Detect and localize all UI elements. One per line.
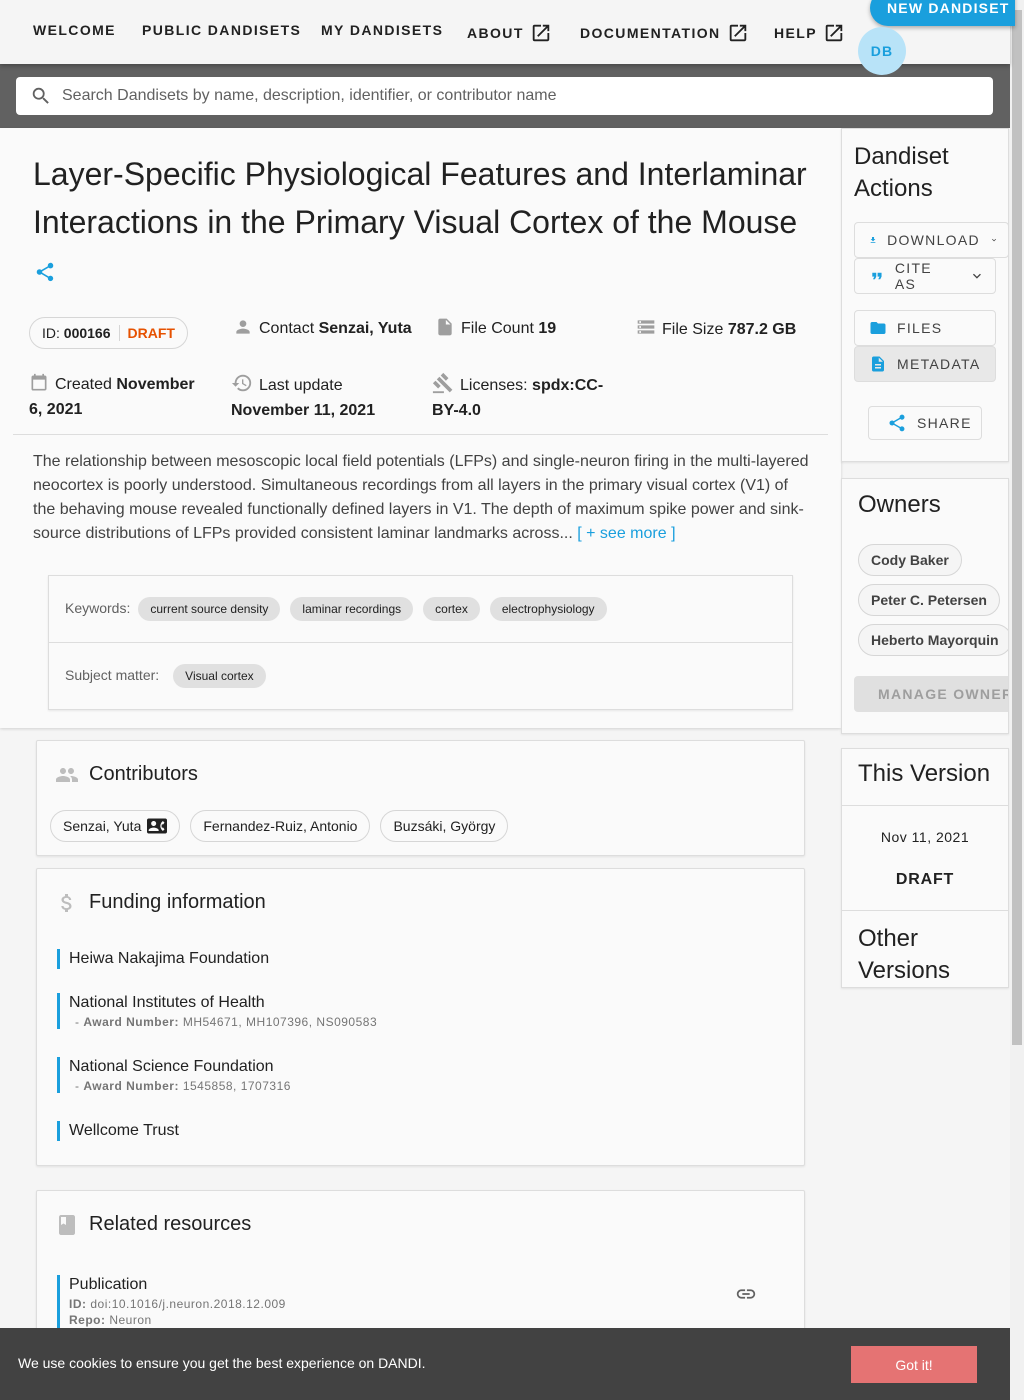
- owner-chip[interactable]: Cody Baker: [858, 544, 962, 576]
- user-avatar[interactable]: DB: [858, 27, 906, 75]
- download-button[interactable]: DOWNLOAD: [854, 222, 1009, 258]
- nav-public-dandisets[interactable]: PUBLIC DANDISETS: [142, 22, 301, 38]
- version-date: Nov 11, 2021: [880, 829, 970, 845]
- keyword-chip[interactable]: laminar recordings: [290, 597, 414, 621]
- keywords-panel: Keywords: current source density laminar…: [48, 575, 793, 710]
- cookie-accept-button[interactable]: Got it!: [851, 1346, 977, 1383]
- share-icon: [889, 414, 905, 432]
- contributors-title: Contributors: [89, 763, 198, 785]
- history-icon: [231, 374, 252, 392]
- owners-card: Owners Cody Baker Peter C. Petersen Hebe…: [841, 478, 1009, 734]
- contact-info: Contact Senzai, Yuta: [233, 316, 412, 341]
- contributor-chip[interactable]: Fernandez-Ruiz, Antonio: [190, 810, 371, 842]
- files-button[interactable]: FILES: [854, 310, 996, 346]
- dollar-icon: [61, 894, 72, 912]
- external-link-icon: [729, 24, 746, 42]
- download-icon: [870, 236, 876, 243]
- quote-icon: [872, 272, 882, 280]
- book-icon: [59, 1215, 75, 1235]
- top-navigation: WELCOME PUBLIC DANDISETS MY DANDISETS AB…: [0, 0, 1015, 75]
- file-icon: [438, 318, 452, 336]
- search-icon: [32, 87, 49, 104]
- owners-title: Owners: [858, 491, 941, 518]
- last-update-info: Last update November 11, 2021: [231, 372, 411, 423]
- keyword-chip[interactable]: electrophysiology: [489, 597, 607, 621]
- nav-documentation[interactable]: DOCUMENTATION: [580, 22, 749, 44]
- metadata-button[interactable]: METADATA: [854, 346, 996, 382]
- dandiset-description: The relationship between mesoscopic loca…: [33, 453, 809, 542]
- keyword-chip[interactable]: cortex: [423, 597, 480, 621]
- nav-welcome[interactable]: WELCOME: [33, 22, 116, 38]
- nav-help[interactable]: HELP: [774, 22, 845, 44]
- external-link-icon: [532, 24, 550, 42]
- search-bar-container: Search Dandisets by name, description, i…: [0, 64, 1010, 128]
- see-more-link[interactable]: [ + see more ]: [577, 525, 675, 542]
- scrollbar-thumb[interactable]: [1012, 10, 1022, 1045]
- contributor-chip[interactable]: Senzai, Yuta: [50, 810, 181, 842]
- funder-item: Heiwa Nakajima Foundation: [57, 949, 269, 969]
- created-info: Created November 6, 2021: [29, 372, 204, 422]
- folder-icon: [870, 322, 886, 334]
- cookie-message: We use cookies to ensure you get the bes…: [18, 1355, 426, 1371]
- nav-about[interactable]: ABOUT: [467, 22, 552, 44]
- person-icon: [236, 320, 250, 334]
- dandiset-id-chip: ID: 000166 DRAFT: [29, 317, 188, 349]
- status-badge: DRAFT: [118, 325, 175, 341]
- chevron-down-icon: [973, 273, 982, 279]
- resource-item: Publication ID: doi:10.1016/j.neuron.201…: [57, 1275, 286, 1335]
- owner-chip[interactable]: Peter C. Petersen: [858, 584, 1000, 616]
- funding-card: Funding information Heiwa Nakajima Found…: [36, 868, 805, 1166]
- keyword-chip[interactable]: current source density: [138, 597, 281, 621]
- share-icon[interactable]: [34, 261, 56, 283]
- funder-item: National Science Foundation - Award Numb…: [57, 1057, 291, 1093]
- subject-chip[interactable]: Visual cortex: [173, 664, 266, 688]
- keywords-row: Keywords: current source density laminar…: [65, 597, 607, 621]
- funder-item: Wellcome Trust: [57, 1121, 179, 1141]
- contributor-chip[interactable]: Buzsáki, György: [380, 810, 509, 842]
- contact-card-icon: [147, 818, 168, 834]
- search-placeholder: Search Dandisets by name, description, i…: [62, 87, 557, 104]
- calendar-icon: [31, 373, 47, 391]
- licenses-info: Licenses: spdx:CC-BY-4.0: [432, 372, 607, 423]
- external-link-icon: [825, 24, 843, 42]
- storage-icon: [637, 320, 655, 334]
- funder-item: National Institutes of Health - Award Nu…: [57, 993, 377, 1029]
- share-button[interactable]: SHARE: [868, 406, 982, 440]
- contributor-list: Senzai, Yuta Fernandez-Ruiz, Antonio Buz…: [50, 810, 518, 842]
- people-icon: [56, 768, 78, 782]
- chevron-down-icon: [991, 238, 996, 242]
- related-resources-title: Related resources: [89, 1213, 252, 1235]
- divider: [842, 910, 1008, 911]
- file-count-info: File Count 19: [435, 316, 556, 341]
- divider: [13, 434, 828, 435]
- subject-matter-row: Subject matter: Visual cortex: [65, 664, 266, 688]
- nav-my-dandisets[interactable]: MY DANDISETS: [321, 22, 443, 38]
- dandiset-title: Layer-Specific Physiological Features an…: [33, 156, 807, 240]
- search-input[interactable]: Search Dandisets by name, description, i…: [16, 77, 993, 115]
- divider: [842, 805, 1008, 806]
- funding-title: Funding information: [89, 891, 266, 913]
- cookie-banner: We use cookies to ensure you get the bes…: [0, 1328, 1010, 1400]
- file-size-info: File Size 787.2 GB: [636, 316, 796, 342]
- dandiset-actions-card: Dandiset Actions DOWNLOAD CITE AS FILES …: [841, 128, 1009, 462]
- version-card: This Version Nov 11, 2021 DRAFT Other Ve…: [841, 748, 1009, 988]
- contributors-card: Contributors Senzai, Yuta Fernandez-Ruiz…: [36, 740, 805, 856]
- divider: [49, 642, 792, 643]
- actions-title: Dandiset Actions: [854, 143, 949, 202]
- other-versions-title: Other Versions: [858, 925, 951, 984]
- version-label[interactable]: DRAFT: [842, 871, 1008, 889]
- cite-as-button[interactable]: CITE AS: [854, 258, 996, 294]
- gavel-icon: [432, 372, 453, 394]
- link-icon[interactable]: [735, 1283, 757, 1305]
- document-icon: [872, 356, 884, 372]
- owner-chip[interactable]: Heberto Mayorquin: [858, 624, 1008, 656]
- this-version-title: This Version: [858, 760, 991, 787]
- manage-owners-button[interactable]: MANAGE OWNERS: [854, 676, 1008, 712]
- new-dandiset-button[interactable]: NEW DANDISET: [870, 0, 1015, 26]
